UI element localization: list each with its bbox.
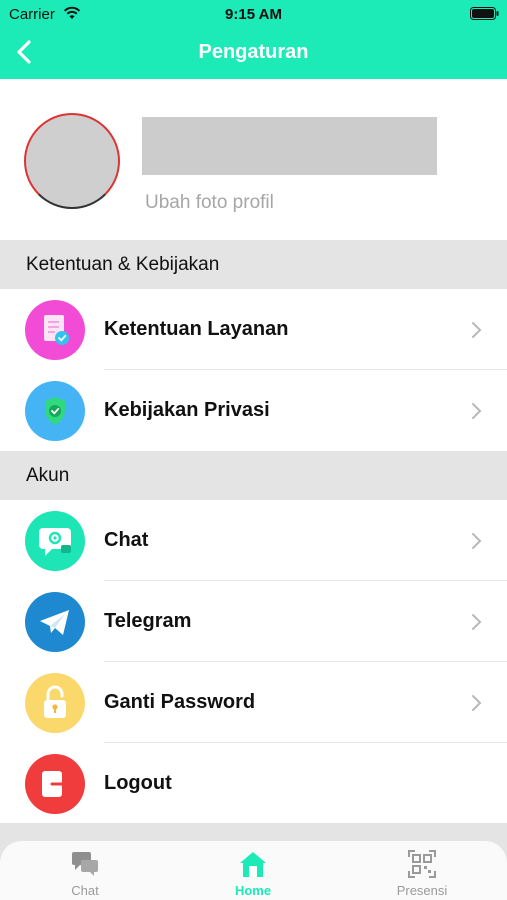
settings-item-telegram[interactable]: Telegram xyxy=(0,581,507,662)
tab-label: Chat xyxy=(71,883,99,898)
settings-item-logout[interactable]: Logout xyxy=(0,743,507,824)
header: Carrier 9:15 AM Pengaturan xyxy=(0,0,507,79)
settings-item-label: Chat xyxy=(104,529,149,551)
settings-item-chat[interactable]: Chat xyxy=(0,500,507,581)
home-icon xyxy=(240,852,266,877)
section-title: Ketentuan & Kebijakan xyxy=(26,254,220,275)
profile-name-placeholder xyxy=(142,117,437,175)
chevron-right-icon xyxy=(472,695,482,711)
settings-item-label: Ganti Password xyxy=(104,691,256,713)
battery-icon xyxy=(470,7,499,20)
tab-chat[interactable]: Chat xyxy=(25,841,145,900)
padlock-icon xyxy=(25,673,85,733)
settings-item-label: Logout xyxy=(104,772,172,794)
tab-label: Home xyxy=(234,883,272,898)
chevron-right-icon xyxy=(472,322,482,338)
navigation-bar: Pengaturan xyxy=(0,28,507,79)
page-title: Pengaturan xyxy=(198,41,309,63)
settings-item-change-password[interactable]: Ganti Password xyxy=(0,662,507,743)
section-header-account: Akun xyxy=(0,451,507,500)
tab-home[interactable]: Home xyxy=(193,841,313,900)
shield-check-icon xyxy=(25,381,85,441)
tab-label: Presensi xyxy=(396,883,448,898)
section-header-policy: Ketentuan & Kebijakan xyxy=(0,240,507,289)
settings-item-label: Telegram xyxy=(104,610,192,632)
telegram-icon xyxy=(25,592,85,652)
settings-item-label: Ketentuan Layanan xyxy=(104,318,289,340)
qr-code-icon xyxy=(408,850,436,878)
logout-icon xyxy=(25,754,85,814)
chevron-right-icon xyxy=(472,403,482,419)
section-title: Akun xyxy=(26,465,70,486)
profile-section: Ubah foto profil xyxy=(0,79,507,240)
settings-item-label: Kebijakan Privasi xyxy=(104,399,270,421)
change-photo-link[interactable]: Ubah foto profil xyxy=(145,192,274,214)
avatar[interactable] xyxy=(24,113,120,209)
chat-bubbles-icon xyxy=(72,852,98,876)
tab-bar: Chat Home Presensi xyxy=(0,841,507,900)
settings-item-terms[interactable]: Ketentuan Layanan xyxy=(0,289,507,370)
chevron-right-icon xyxy=(472,614,482,630)
document-check-icon xyxy=(25,300,85,360)
tab-presensi[interactable]: Presensi xyxy=(362,841,482,900)
settings-item-privacy[interactable]: Kebijakan Privasi xyxy=(0,370,507,451)
status-bar: Carrier 9:15 AM xyxy=(0,0,507,28)
chevron-right-icon xyxy=(472,533,482,549)
chat-settings-icon xyxy=(25,511,85,571)
clock: 9:15 AM xyxy=(225,6,282,23)
